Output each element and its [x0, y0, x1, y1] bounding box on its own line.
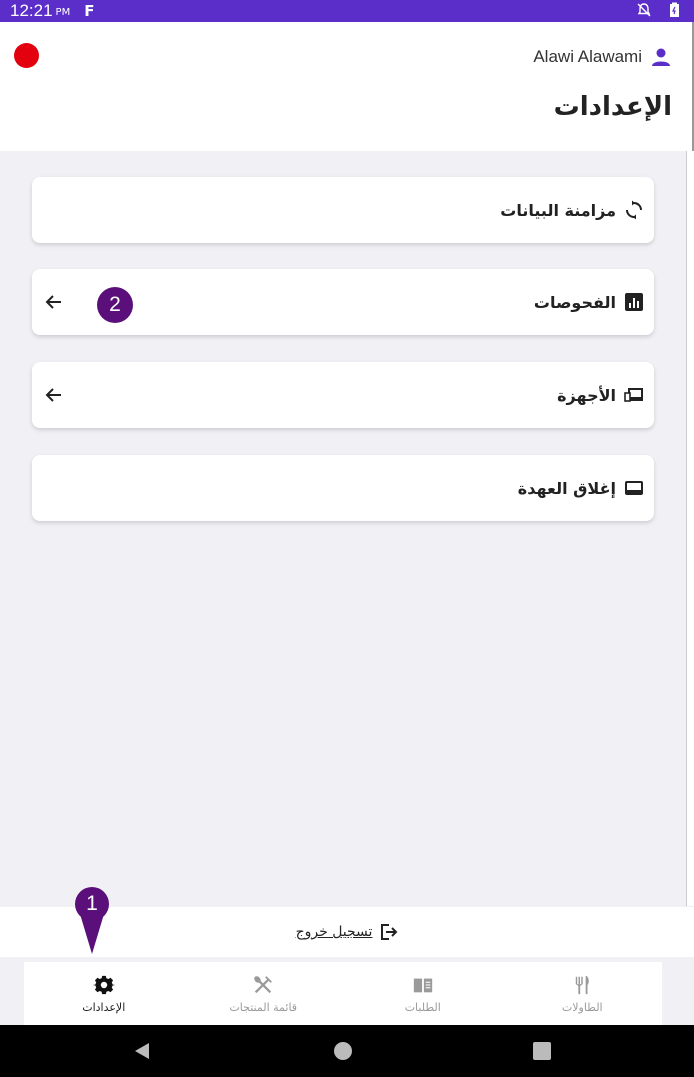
notifications-off-icon [637, 3, 651, 17]
nav-tables[interactable]: الطاولات [503, 962, 663, 1025]
battery-icon [670, 2, 679, 17]
menu-item-label: مزامنة البيانات [500, 200, 616, 220]
chart-icon [625, 293, 643, 311]
fork-knife-icon [575, 975, 590, 994]
app-header: Alawi Alawami الإعدادات [0, 22, 694, 151]
menu-item-close-custody[interactable]: إغلاق العهدة [32, 455, 654, 521]
menu-item-sync[interactable]: مزامنة البيانات [32, 177, 654, 243]
status-app-icon: F [84, 2, 95, 20]
logout-label: تسجيل خروج [295, 924, 373, 940]
annotation-badge-1: 1 [86, 892, 98, 915]
close-custody-icon [625, 481, 643, 495]
arrow-left-icon [45, 295, 61, 309]
nav-settings[interactable]: الإعدادات [24, 962, 184, 1025]
scroll-edge [686, 151, 694, 906]
gear-icon [92, 975, 115, 994]
page-title: الإعدادات [553, 92, 672, 122]
person-icon [652, 48, 670, 66]
menu-item-label: الأجهزة [557, 385, 616, 405]
nav-label: الطاولات [561, 1000, 603, 1014]
menu-item-devices[interactable]: الأجهزة [32, 362, 654, 428]
sync-icon [626, 200, 642, 220]
logout-icon [381, 924, 398, 940]
status-bar: 12:21 PM F [0, 0, 694, 22]
status-time: 12:21 [10, 1, 53, 20]
menu-item-label: إغلاق العهدة [517, 478, 616, 498]
home-icon[interactable] [333, 1041, 353, 1061]
nav-label: الطلبات [404, 1000, 441, 1014]
devices-icon [624, 388, 643, 402]
user-name: Alawi Alawami [533, 47, 642, 66]
recording-indicator [14, 43, 39, 68]
arrow-left-icon [45, 388, 61, 402]
recents-icon[interactable] [532, 1041, 552, 1061]
book-icon [413, 978, 432, 992]
nav-label: قائمة المنتجات [229, 1000, 298, 1014]
nav-product-list[interactable]: قائمة المنتجات [184, 962, 344, 1025]
system-navigation-bar [0, 1025, 694, 1077]
back-icon[interactable] [132, 1041, 152, 1061]
menu-item-label: الفحوصات [533, 292, 616, 312]
nav-orders[interactable]: الطلبات [343, 962, 503, 1025]
user-info[interactable]: Alawi Alawami [533, 46, 672, 68]
status-ampm: PM [55, 7, 71, 18]
utensils-cross-icon [254, 975, 273, 993]
bottom-navigation: الإعدادات قائمة المنتجات الطلبات الطاولا… [24, 962, 662, 1025]
annotation-badge-2: 2 [97, 287, 133, 323]
nav-label: الإعدادات [82, 1000, 126, 1014]
